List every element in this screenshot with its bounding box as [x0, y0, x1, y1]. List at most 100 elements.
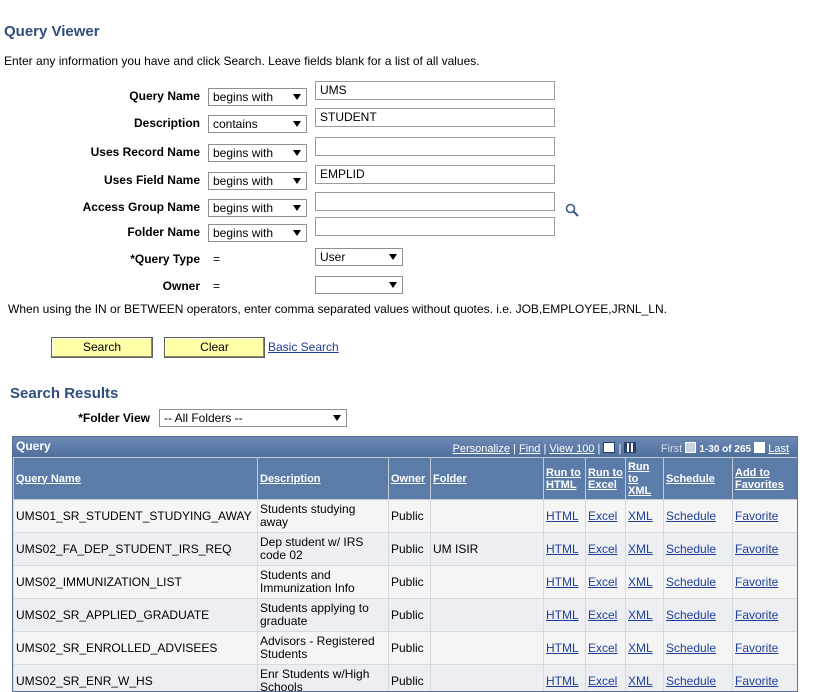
- column-sort-link[interactable]: Query Name: [16, 473, 81, 485]
- html-link[interactable]: HTML: [546, 674, 579, 688]
- grid-header-bar: Query Personalize | Find | View 100 | | …: [13, 437, 797, 457]
- owner-text: Public: [391, 608, 424, 622]
- excel-link[interactable]: Excel: [588, 608, 617, 622]
- cell-name: UMS02_FA_DEP_STUDENT_IRS_REQ: [14, 533, 258, 566]
- field-input[interactable]: EMPLID: [315, 165, 555, 184]
- xml-link[interactable]: XML: [628, 509, 653, 523]
- cell-schedule: Schedule: [664, 599, 733, 632]
- schedule-link[interactable]: Schedule: [666, 575, 716, 589]
- schedule-header[interactable]: Schedule: [664, 458, 733, 500]
- cell-excel: Excel: [586, 533, 626, 566]
- folder-header[interactable]: Folder: [431, 458, 544, 500]
- cell-desc: Dep student w/ IRS code 02: [258, 533, 389, 566]
- basic-search-link[interactable]: Basic Search: [268, 340, 339, 354]
- cell-xml: XML: [626, 632, 664, 665]
- html-link[interactable]: HTML: [546, 542, 579, 556]
- schedule-link[interactable]: Schedule: [666, 608, 716, 622]
- magnifier-icon[interactable]: [565, 203, 579, 217]
- operator-select[interactable]: begins with: [208, 144, 307, 162]
- owner-select[interactable]: [315, 276, 403, 294]
- html-link[interactable]: HTML: [546, 608, 579, 622]
- favorite-link[interactable]: Favorite: [735, 674, 778, 688]
- dropdown-arrow-icon: [389, 282, 397, 288]
- cell-owner: Public: [389, 500, 431, 533]
- operator-select[interactable]: contains: [208, 115, 307, 133]
- xml-link[interactable]: XML: [628, 641, 653, 655]
- schedule-link[interactable]: Schedule: [666, 641, 716, 655]
- cell-schedule: Schedule: [664, 566, 733, 599]
- excel-link[interactable]: Excel: [588, 509, 617, 523]
- view-100-link[interactable]: View 100: [549, 443, 594, 455]
- schedule-link[interactable]: Schedule: [666, 509, 716, 523]
- schedule-link[interactable]: Schedule: [666, 542, 716, 556]
- column-sort-link[interactable]: Description: [260, 473, 321, 485]
- xml-link[interactable]: XML: [628, 674, 653, 688]
- cell-desc: Students applying to graduate: [258, 599, 389, 632]
- field-input[interactable]: STUDENT: [315, 108, 555, 127]
- name-text: UMS02_IMMUNIZATION_LIST: [16, 575, 182, 589]
- last-link[interactable]: Last: [768, 443, 789, 455]
- personalize-link[interactable]: Personalize: [453, 443, 510, 455]
- favorites-header[interactable]: Add to Favorites: [733, 458, 799, 500]
- run-xml-header[interactable]: Run to XML: [626, 458, 664, 500]
- operator-select[interactable]: begins with: [208, 224, 307, 242]
- column-sort-link[interactable]: Run to Excel: [588, 467, 623, 491]
- favorite-link[interactable]: Favorite: [735, 509, 778, 523]
- html-link[interactable]: HTML: [546, 575, 579, 589]
- excel-link[interactable]: Excel: [588, 641, 617, 655]
- dropdown-arrow-icon: [293, 150, 301, 156]
- owner-header[interactable]: Owner: [389, 458, 431, 500]
- cell-html: HTML: [544, 632, 586, 665]
- xml-link[interactable]: XML: [628, 608, 653, 622]
- favorite-link[interactable]: Favorite: [735, 641, 778, 655]
- query-name-header[interactable]: Query Name: [14, 458, 258, 500]
- html-link[interactable]: HTML: [546, 641, 579, 655]
- operator-value: begins with: [213, 201, 273, 215]
- instructions-text: Enter any information you have and click…: [4, 54, 480, 68]
- operator-select[interactable]: begins with: [208, 199, 307, 217]
- operator-select[interactable]: begins with: [208, 172, 307, 190]
- owner-text: Public: [391, 575, 424, 589]
- next-arrow-icon[interactable]: [754, 442, 765, 453]
- excel-link[interactable]: Excel: [588, 674, 617, 688]
- cell-owner: Public: [389, 632, 431, 665]
- folder-view-select[interactable]: -- All Folders --: [159, 409, 347, 427]
- description-header[interactable]: Description: [258, 458, 389, 500]
- schedule-link[interactable]: Schedule: [666, 674, 716, 688]
- column-sort-link[interactable]: Add to Favorites: [735, 467, 784, 491]
- column-sort-link[interactable]: Folder: [433, 473, 467, 485]
- xml-link[interactable]: XML: [628, 542, 653, 556]
- run-excel-header[interactable]: Run to Excel: [586, 458, 626, 500]
- column-sort-link[interactable]: Run to XML: [628, 461, 651, 497]
- dropdown-arrow-icon: [293, 94, 301, 100]
- table-row: UMS01_SR_STUDENT_STUDYING_AWAYStudents s…: [14, 500, 799, 533]
- favorite-link[interactable]: Favorite: [735, 542, 778, 556]
- xml-link[interactable]: XML: [628, 575, 653, 589]
- previous-arrow-icon[interactable]: [685, 442, 696, 453]
- favorite-link[interactable]: Favorite: [735, 575, 778, 589]
- search-button[interactable]: Search: [51, 337, 153, 358]
- query-type-select[interactable]: User: [315, 248, 403, 266]
- owner-text: Public: [391, 674, 424, 688]
- field-input[interactable]: [315, 192, 555, 211]
- cell-excel: Excel: [586, 665, 626, 692]
- field-input[interactable]: [315, 137, 555, 156]
- run-html-header[interactable]: Run to HTML: [544, 458, 586, 500]
- new-window-icon[interactable]: [603, 442, 615, 453]
- excel-link[interactable]: Excel: [588, 542, 617, 556]
- download-grid-icon[interactable]: [624, 442, 636, 453]
- column-sort-link[interactable]: Schedule: [666, 473, 715, 485]
- cell-xml: XML: [626, 665, 664, 692]
- clear-button[interactable]: Clear: [164, 337, 265, 358]
- field-input[interactable]: [315, 217, 555, 236]
- column-sort-link[interactable]: Owner: [391, 473, 425, 485]
- html-link[interactable]: HTML: [546, 509, 579, 523]
- operator-select[interactable]: begins with: [208, 88, 307, 106]
- operator-value: begins with: [213, 146, 273, 160]
- excel-link[interactable]: Excel: [588, 575, 617, 589]
- field-input[interactable]: UMS: [315, 81, 555, 100]
- cell-excel: Excel: [586, 599, 626, 632]
- column-sort-link[interactable]: Run to HTML: [546, 467, 581, 491]
- favorite-link[interactable]: Favorite: [735, 608, 778, 622]
- find-link[interactable]: Find: [519, 443, 540, 455]
